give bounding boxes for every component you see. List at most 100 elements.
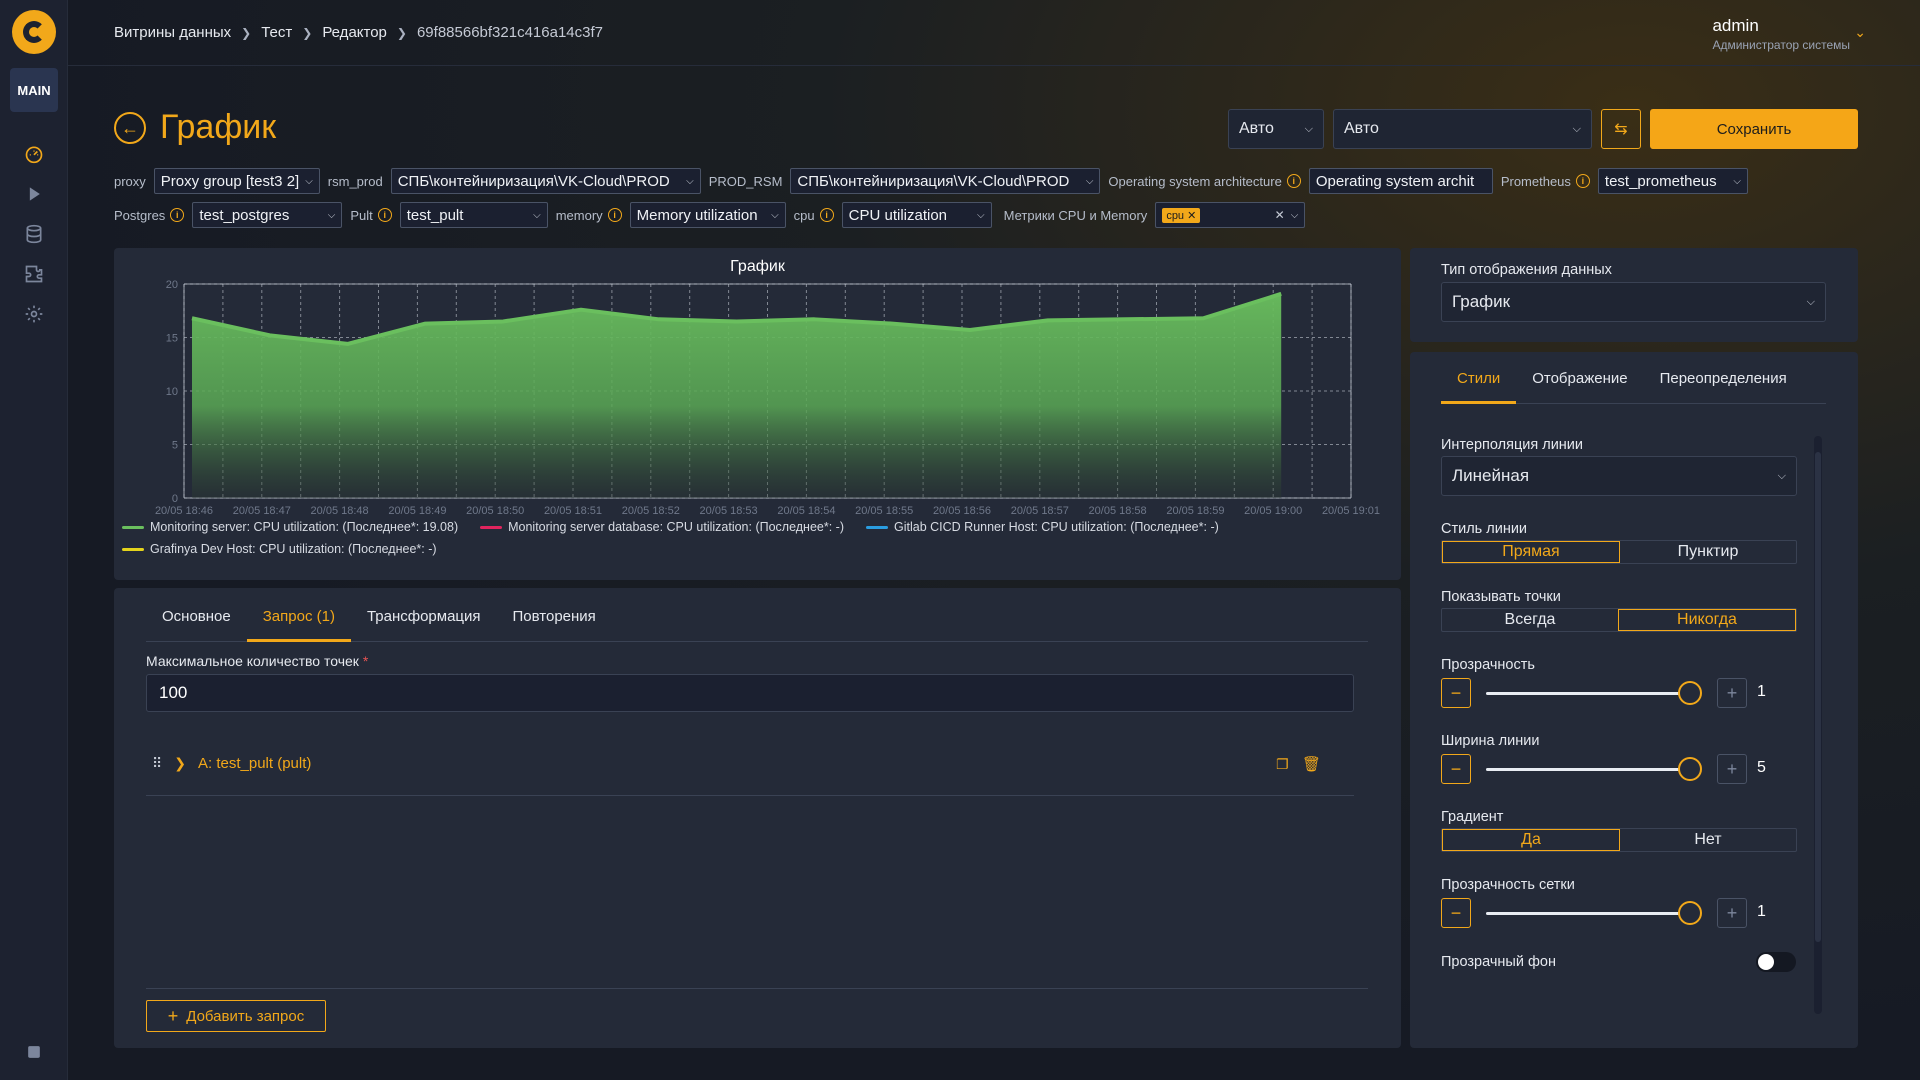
- chevron-right-icon: ❯: [302, 25, 313, 40]
- info-icon[interactable]: i: [1286, 174, 1301, 188]
- time-range-select[interactable]: Авто ⌵: [1333, 109, 1592, 149]
- app-logo[interactable]: [12, 10, 56, 54]
- grid-opacity-slider-thumb[interactable]: [1678, 901, 1702, 925]
- var-select-os-arch[interactable]: Operating system archit: [1308, 168, 1493, 194]
- grid-opacity-decrease-button[interactable]: −: [1441, 898, 1471, 928]
- breadcrumb-item[interactable]: Тест: [261, 24, 292, 41]
- clear-icon[interactable]: ✕: [1275, 208, 1285, 222]
- label-text: Максимальное количество точек: [146, 653, 359, 669]
- trash-icon[interactable]: 🗑: [1302, 755, 1321, 773]
- grid-opacity-slider[interactable]: [1486, 912, 1690, 915]
- drag-handle-icon[interactable]: ⠿: [152, 755, 162, 772]
- info-icon[interactable]: i: [1575, 174, 1590, 188]
- add-query-button[interactable]: + Добавить запрос: [146, 1000, 326, 1032]
- var-label-text: cpu: [793, 207, 815, 223]
- info-icon[interactable]: i: [170, 208, 185, 222]
- legend-swatch: [866, 525, 889, 529]
- grid-opacity-increase-button[interactable]: +: [1717, 898, 1747, 928]
- gradient-yes[interactable]: Да: [1442, 829, 1620, 851]
- chart-legend: Monitoring server: CPU utilization: (Пос…: [122, 520, 1219, 534]
- x-tick-label: 20/05 18:52: [622, 505, 680, 517]
- copy-icon[interactable]: ❐: [1276, 756, 1289, 773]
- var-value: CPU utilization: [848, 206, 948, 224]
- max-points-input[interactable]: 100: [146, 674, 1354, 712]
- breadcrumb-item[interactable]: Витрины данных: [114, 24, 231, 41]
- var-select-proxy[interactable]: Proxy group [test3 2] ⌵: [153, 168, 320, 194]
- display-type-select[interactable]: График ⌵: [1441, 282, 1826, 322]
- points-always[interactable]: Всегда: [1442, 609, 1618, 631]
- points-never[interactable]: Никогда: [1618, 609, 1796, 631]
- y-tick-label: 20: [166, 279, 178, 291]
- var-select-rsm-prod[interactable]: СПБ\контейниризация\VK-Cloud\PROD ⌵: [390, 168, 701, 194]
- var-label-text: memory: [555, 207, 603, 223]
- var-select-memory[interactable]: Memory utilization ⌵: [629, 202, 786, 228]
- tab-repeat[interactable]: Повторения: [497, 596, 612, 641]
- line-width-slider-thumb[interactable]: [1678, 757, 1702, 781]
- var-select-prometheus[interactable]: test_prometheus ⌵: [1597, 168, 1748, 194]
- var-select-prod-rsm[interactable]: СПБ\контейниризация\VK-Cloud\PROD ⌵: [790, 168, 1101, 194]
- chevron-right-icon[interactable]: ❯: [174, 755, 186, 772]
- tab-main[interactable]: Основное: [146, 596, 247, 641]
- metrics-tag[interactable]: cpu ✕: [1162, 207, 1201, 223]
- chevron-down-icon: ⌵: [327, 209, 336, 221]
- select-value: Авто: [1239, 120, 1274, 137]
- tab-overrides[interactable]: Переопределения: [1644, 358, 1803, 403]
- interpolation-select[interactable]: Линейная ⌵: [1441, 456, 1797, 496]
- var-select-postgres[interactable]: test_postgres ⌵: [192, 202, 343, 228]
- dashboard-icon[interactable]: [22, 142, 46, 166]
- save-button[interactable]: Сохранить: [1650, 109, 1858, 149]
- select-value: Авто: [1344, 120, 1379, 137]
- opacity-slider[interactable]: [1486, 692, 1690, 695]
- tab-styles[interactable]: Стили: [1441, 358, 1517, 404]
- transparent-bg-toggle[interactable]: [1756, 952, 1796, 972]
- gradient-no[interactable]: Нет: [1620, 829, 1796, 851]
- back-button[interactable]: ←: [114, 112, 146, 144]
- gear-icon[interactable]: [22, 302, 46, 326]
- scrollbar-thumb[interactable]: [1815, 452, 1821, 942]
- legend-item[interactable]: Monitoring server: CPU utilization: (Пос…: [122, 520, 458, 534]
- styles-scrollbar[interactable]: [1814, 436, 1822, 1014]
- chevron-down-icon: ⌵: [1806, 295, 1815, 308]
- collapse-icon[interactable]: [22, 1040, 46, 1064]
- play-icon[interactable]: [22, 182, 46, 206]
- var-select-cpu[interactable]: CPU utilization ⌵: [841, 202, 992, 228]
- line-width-decrease-button[interactable]: −: [1441, 754, 1471, 784]
- info-icon[interactable]: i: [607, 208, 622, 222]
- var-label-os-arch: Operating system architecture i: [1108, 174, 1301, 189]
- variables-row-1: proxy Proxy group [test3 2] ⌵ rsm_prod СП…: [114, 168, 1748, 194]
- legend-item[interactable]: Monitoring server database: CPU utilizat…: [480, 520, 844, 534]
- line-width-slider[interactable]: [1486, 768, 1690, 771]
- styles-tabs: Стили Отображение Переопределения: [1441, 358, 1826, 404]
- var-label-cpu: cpu i: [794, 208, 834, 223]
- var-value: test_pult: [406, 206, 464, 224]
- chevron-down-icon[interactable]: ⌄: [1854, 24, 1866, 41]
- chevron-down-icon: ⌵: [1733, 175, 1741, 187]
- opacity-increase-button[interactable]: +: [1717, 678, 1747, 708]
- var-select-pult[interactable]: test_pult ⌵: [399, 202, 548, 228]
- plugin-icon[interactable]: [22, 262, 46, 286]
- line-width-increase-button[interactable]: +: [1717, 754, 1747, 784]
- line-style-solid[interactable]: Прямая: [1442, 541, 1620, 563]
- line-style-dashed[interactable]: Пунктир: [1620, 541, 1796, 563]
- opacity-slider-thumb[interactable]: [1678, 681, 1702, 705]
- var-multiselect-metrics[interactable]: cpu ✕ ✕ ⌵: [1155, 202, 1306, 228]
- info-icon[interactable]: i: [377, 208, 392, 222]
- breadcrumb-item[interactable]: Редактор: [322, 24, 387, 41]
- user-menu[interactable]: admin Администратор системы: [1712, 16, 1850, 52]
- sidebar: MAIN: [0, 0, 68, 1080]
- tab-query[interactable]: Запрос (1): [246, 596, 351, 642]
- database-icon[interactable]: [22, 222, 46, 246]
- opacity-decrease-button[interactable]: −: [1441, 678, 1471, 708]
- max-points-label: Максимальное количество точек *: [146, 653, 368, 669]
- query-row[interactable]: ⠿ ❯ A: test_pult (pult): [152, 755, 311, 772]
- workspace-badge[interactable]: MAIN: [10, 68, 58, 112]
- refresh-button[interactable]: ⇆: [1601, 109, 1641, 149]
- refresh-interval-select[interactable]: Авто ⌵: [1228, 109, 1324, 149]
- legend-item[interactable]: Gitlab CICD Runner Host: CPU utilization…: [866, 520, 1219, 534]
- legend-item[interactable]: Grafinya Dev Host: CPU utilization: (Пос…: [122, 542, 437, 556]
- divider: [146, 988, 1368, 989]
- tab-transform[interactable]: Трансформация: [351, 596, 497, 641]
- tab-display[interactable]: Отображение: [1516, 358, 1643, 403]
- points-toggle: Всегда Никогда: [1441, 608, 1797, 632]
- info-icon[interactable]: i: [819, 208, 834, 222]
